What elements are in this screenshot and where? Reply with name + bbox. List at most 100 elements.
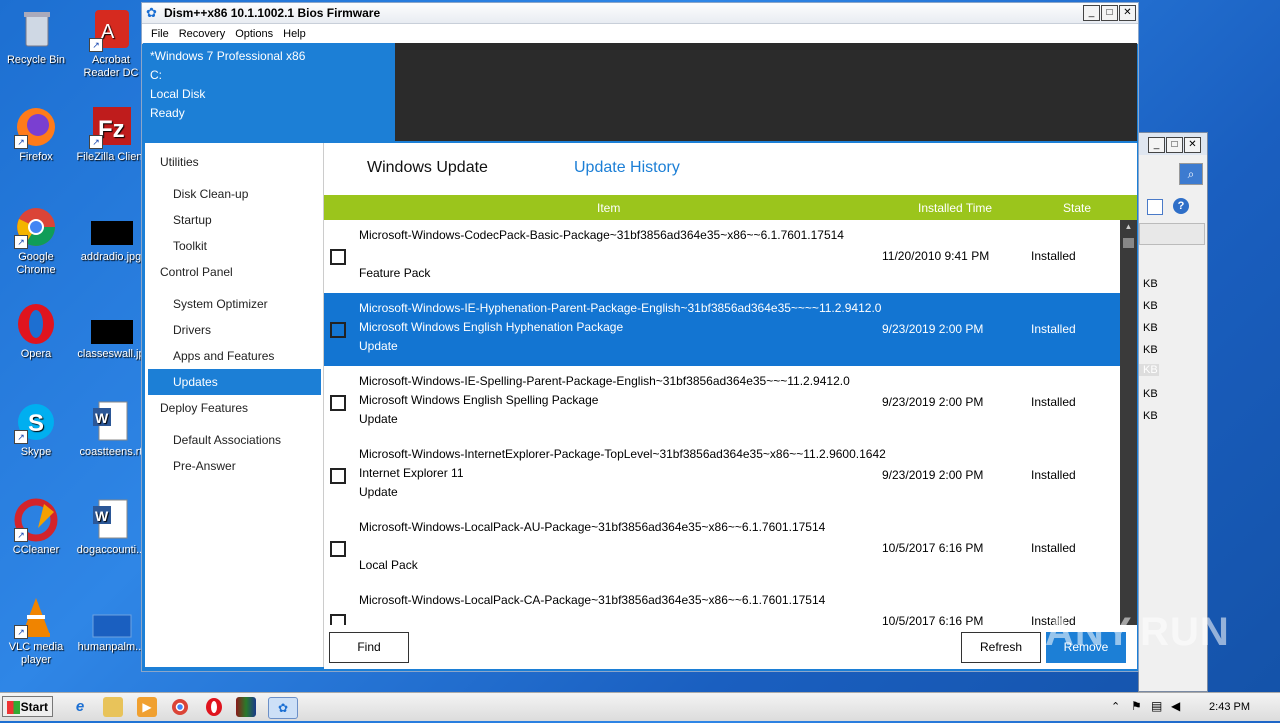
table-row[interactable]: Microsoft-Windows-CodecPack-Basic-Packag…	[324, 220, 1120, 293]
background-window-titlebar[interactable]: _ □ ✕	[1139, 133, 1207, 155]
winrar-icon[interactable]	[236, 697, 256, 717]
tab-strip: Windows Update Update History	[324, 143, 1137, 195]
column-state[interactable]: State	[1063, 201, 1091, 215]
sidebar-item-drivers[interactable]: Drivers	[145, 317, 323, 343]
desktop-icon-vlc[interactable]: ↗ VLC media player	[0, 595, 72, 667]
row-checkbox[interactable]	[330, 249, 346, 265]
sidebar-category-utilities[interactable]: Utilities	[145, 143, 323, 181]
tab-update-history[interactable]: Update History	[574, 159, 680, 177]
menu-recovery[interactable]: Recovery	[174, 28, 230, 40]
help-icon[interactable]: ?	[1173, 198, 1189, 214]
file-size: KB	[1143, 344, 1158, 356]
svg-text:W: W	[95, 410, 109, 426]
taskbar: Start e ▶ ✿ ⌃ ⚑ ▤ ◀ 2:43 PM	[0, 692, 1280, 721]
column-item[interactable]: Item	[597, 201, 620, 215]
dism-window[interactable]: ✿ Dism++x86 10.1.1002.1 Bios Firmware _ …	[141, 2, 1139, 672]
installed-time: 11/20/2010 9:41 PM	[882, 249, 990, 263]
view-icon[interactable]	[1147, 199, 1163, 215]
row-checkbox[interactable]	[330, 395, 346, 411]
network-icon[interactable]: ▤	[1151, 699, 1162, 713]
desktop-icon-addradio[interactable]: addradio.jpg	[75, 205, 147, 264]
sidebar-item-default-associations[interactable]: Default Associations	[145, 427, 323, 453]
menu-file[interactable]: File	[146, 28, 174, 40]
vertical-scrollbar[interactable]: ▲	[1120, 220, 1137, 625]
table-row[interactable]: Microsoft-Windows-InternetExplorer-Packa…	[324, 439, 1120, 512]
sidebar-item-system-optimizer[interactable]: System Optimizer	[145, 291, 323, 317]
sidebar-category-control-panel[interactable]: Control Panel	[145, 259, 323, 291]
package-type: Update	[359, 485, 398, 499]
chrome-taskbar-icon[interactable]	[170, 697, 190, 717]
maximize-icon[interactable]: □	[1101, 5, 1118, 21]
image-info-panel[interactable]: *Windows 7 Professional x86 C: Local Dis…	[143, 43, 395, 141]
maximize-icon[interactable]: □	[1166, 137, 1183, 153]
column-header[interactable]	[1139, 223, 1205, 245]
table-row[interactable]: Microsoft-Windows-LocalPack-CA-Package~3…	[324, 585, 1120, 625]
sidebar-category-deploy-features[interactable]: Deploy Features	[145, 395, 323, 427]
search-button[interactable]: ⌕	[1179, 163, 1203, 185]
desktop-icon-opera[interactable]: Opera	[0, 302, 72, 361]
ie-icon[interactable]: e	[70, 697, 90, 717]
media-player-icon[interactable]: ▶	[137, 697, 157, 717]
clock[interactable]: 2:43 PM	[1209, 701, 1250, 713]
row-checkbox[interactable]	[330, 614, 346, 625]
package-name: Microsoft-Windows-IE-Hyphenation-Parent-…	[359, 301, 882, 315]
drive-letter: C:	[150, 68, 162, 82]
desktop-icon-ccleaner[interactable]: ↗ CCleaner	[0, 498, 72, 557]
installed-time: 9/23/2019 2:00 PM	[882, 322, 984, 336]
menu-help[interactable]: Help	[278, 28, 311, 40]
desktop-icon-dogaccounting[interactable]: W dogaccounti...	[75, 498, 147, 557]
sidebar-item-disk-cleanup[interactable]: Disk Clean-up	[145, 181, 323, 207]
updates-content: Windows Update Update History Item Insta…	[324, 143, 1137, 669]
find-button[interactable]: Find	[329, 632, 409, 663]
dism-taskbar-icon[interactable]: ✿	[268, 697, 298, 719]
ccleaner-icon: ↗	[14, 498, 58, 542]
scrollbar-thumb[interactable]	[1123, 238, 1134, 248]
desktop-icon-recycle-bin[interactable]: Recycle Bin	[0, 8, 72, 67]
row-checkbox[interactable]	[330, 541, 346, 557]
opera-taskbar-icon[interactable]	[204, 697, 224, 717]
package-description: Microsoft Windows English Hyphenation Pa…	[359, 320, 624, 334]
background-window[interactable]: _ □ ✕ ⌕ ? KB KB KB KB KB KB KB	[1138, 132, 1208, 692]
minimize-icon[interactable]: _	[1148, 137, 1165, 153]
close-icon[interactable]: ✕	[1119, 5, 1136, 21]
acrobat-icon: A ↗	[89, 8, 133, 52]
desktop-icon-acrobat[interactable]: A ↗ Acrobat Reader DC	[75, 8, 147, 80]
window-titlebar[interactable]: ✿ Dism++x86 10.1.1002.1 Bios Firmware _ …	[142, 3, 1138, 24]
sidebar-item-startup[interactable]: Startup	[145, 207, 323, 233]
sidebar: Utilities Disk Clean-up Startup Toolkit …	[145, 143, 324, 667]
install-state: Installed	[1031, 322, 1076, 336]
menu-bar: File Recovery Options Help	[142, 24, 1138, 44]
word-document-icon: W	[89, 498, 133, 542]
start-button[interactable]: Start	[2, 696, 53, 717]
tab-windows-update[interactable]: Windows Update	[367, 159, 488, 177]
refresh-button[interactable]: Refresh	[961, 632, 1041, 663]
package-description: Internet Explorer 11	[359, 466, 464, 480]
explorer-icon[interactable]	[103, 697, 123, 717]
desktop-icon-humanpalm[interactable]: humanpalm...	[75, 595, 147, 654]
sidebar-item-toolkit[interactable]: Toolkit	[145, 233, 323, 259]
desktop-icon-coastteens[interactable]: W coastteens.rt	[75, 400, 147, 459]
column-installed-time[interactable]: Installed Time	[918, 201, 992, 215]
minimize-icon[interactable]: _	[1083, 5, 1100, 21]
row-checkbox[interactable]	[330, 322, 346, 338]
row-checkbox[interactable]	[330, 468, 346, 484]
table-row-selected[interactable]: Microsoft-Windows-IE-Hyphenation-Parent-…	[324, 293, 1120, 366]
desktop-icon-chrome[interactable]: ↗ Google Chrome	[0, 205, 72, 277]
word-document-icon: W	[89, 400, 133, 444]
tray-expand-icon[interactable]: ⌃	[1111, 700, 1120, 713]
system-tray: ⌃ ⚑ ▤ ◀ 2:43 PM	[1105, 694, 1280, 720]
sidebar-item-apps-features[interactable]: Apps and Features	[145, 343, 323, 369]
sidebar-item-pre-answer[interactable]: Pre-Answer	[145, 453, 323, 479]
sidebar-item-updates[interactable]: Updates	[148, 369, 321, 395]
desktop-icon-firefox[interactable]: ↗ Firefox	[0, 105, 72, 164]
scroll-up-icon[interactable]: ▲	[1120, 220, 1137, 234]
desktop-icon-skype[interactable]: S ↗ Skype	[0, 400, 72, 459]
desktop-icon-classeswall[interactable]: classeswall.jp	[75, 302, 147, 361]
flag-icon[interactable]: ⚑	[1131, 699, 1142, 713]
menu-options[interactable]: Options	[230, 28, 278, 40]
desktop-icon-filezilla[interactable]: Fz ↗ FileZilla Client	[75, 105, 147, 164]
volume-icon[interactable]: ◀	[1171, 699, 1180, 713]
table-row[interactable]: Microsoft-Windows-IE-Spelling-Parent-Pac…	[324, 366, 1120, 439]
table-row[interactable]: Microsoft-Windows-LocalPack-AU-Package~3…	[324, 512, 1120, 585]
close-icon[interactable]: ✕	[1184, 137, 1201, 153]
